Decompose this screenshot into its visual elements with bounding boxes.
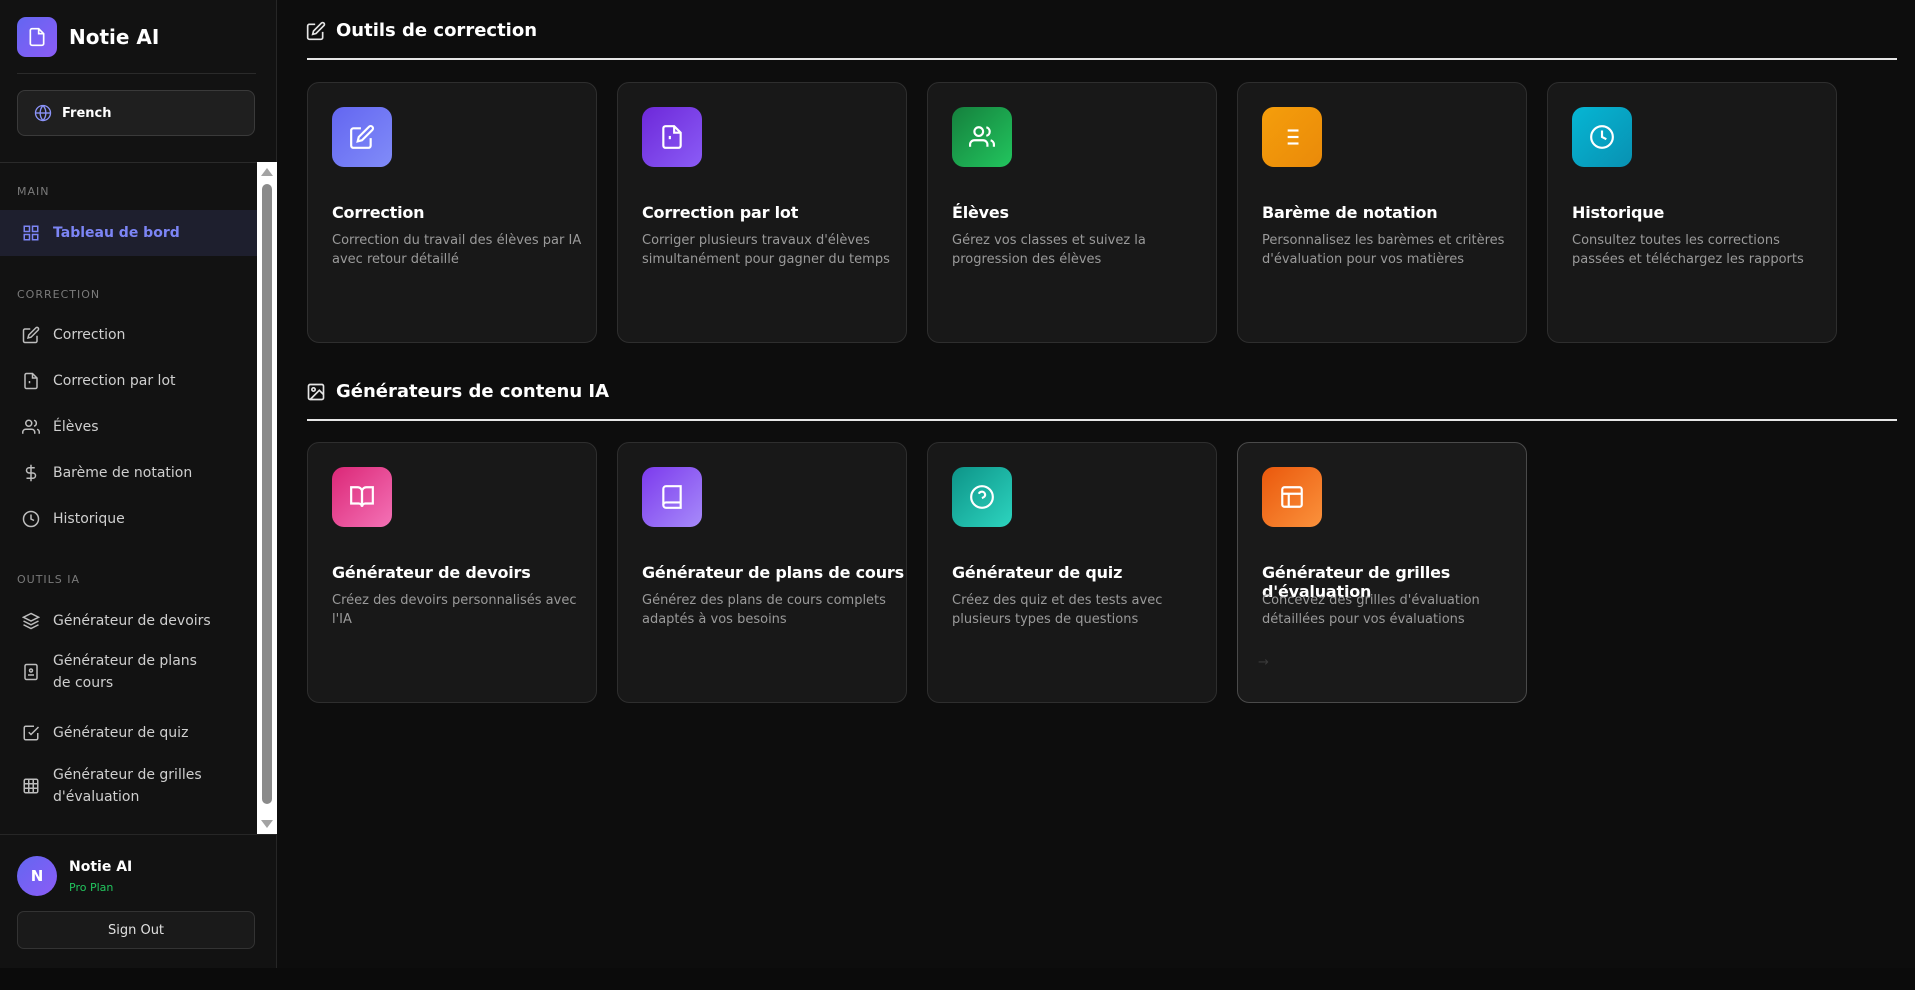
edit-icon <box>306 21 326 40</box>
card-description: Personnalisez les barèmes et critères d'… <box>1262 233 1505 267</box>
document-icon <box>17 17 57 57</box>
clock-icon <box>1572 107 1632 167</box>
user-panel: N Notie AI Pro Plan Sign Out <box>0 834 277 968</box>
book-icon <box>642 467 702 527</box>
card-description: Créez des devoirs personnalisés avec l'I… <box>332 593 577 627</box>
card-title: Générateur de quiz <box>952 563 1123 582</box>
avatar[interactable]: N <box>17 856 57 896</box>
sidebar-item-label: Historique <box>53 511 125 527</box>
sidebar: Notie AI French MAIN Tableau de bord COR… <box>0 0 277 968</box>
card-rubric-generator[interactable]: Générateur de grilles d'évaluation Conce… <box>1237 442 1527 703</box>
check-square-icon <box>20 722 42 744</box>
divider <box>17 73 256 74</box>
clock-icon <box>20 508 42 530</box>
help-circle-icon <box>952 467 1012 527</box>
card-title: Générateur de devoirs <box>332 563 531 582</box>
card-title: Correction par lot <box>642 203 799 222</box>
sidebar-item-label: Générateur de quiz <box>53 725 189 741</box>
brand[interactable]: Notie AI <box>17 17 159 57</box>
card-description: Concevez des grilles d'évaluation détail… <box>1262 593 1480 627</box>
section-title: Générateurs de contenu IA <box>336 381 610 402</box>
card-description: Créez des quiz et des tests avec plusieu… <box>952 593 1163 627</box>
layers-icon <box>20 610 42 632</box>
book-open-icon <box>332 467 392 527</box>
file-icon <box>20 370 42 392</box>
card-grading[interactable]: Barème de notation Personnalisez les bar… <box>1237 82 1527 343</box>
section-header-tools: Outils de correction <box>306 20 537 41</box>
nav-section-main: MAIN <box>17 185 50 198</box>
table-icon <box>20 775 42 797</box>
section-divider <box>307 58 1897 60</box>
card-description: Gérez vos classes et suivez la progressi… <box>952 233 1146 267</box>
scrollbar-thumb[interactable] <box>262 184 272 804</box>
brand-name: Notie AI <box>69 25 160 49</box>
sidebar-scrollbar[interactable] <box>257 162 277 834</box>
list-icon <box>1262 107 1322 167</box>
sidebar-item-label: Générateur de plans de cours <box>53 653 197 691</box>
sidebar-item-history[interactable]: Historique <box>0 496 257 542</box>
sidebar-item-label: Correction <box>53 327 126 343</box>
card-description: Générez des plans de cours complets adap… <box>642 593 886 627</box>
main-content: Outils de correction Correction Correcti… <box>278 0 1915 968</box>
sidebar-item-label: Correction par lot <box>53 373 176 389</box>
file-alert-icon <box>642 107 702 167</box>
scroll-up-arrow-icon[interactable] <box>261 168 273 176</box>
card-description: Consultez toutes les corrections passées… <box>1572 233 1804 267</box>
nav-section-tools: OUTILS IA <box>17 573 81 586</box>
dollar-icon <box>20 462 42 484</box>
sidebar-item-quiz[interactable]: Générateur de quiz <box>0 710 257 756</box>
card-correction[interactable]: Correction Correction du travail des élè… <box>307 82 597 343</box>
sidebar-item-correction[interactable]: Correction <box>0 312 257 358</box>
grid-icon <box>20 222 42 244</box>
globe-icon <box>34 104 52 122</box>
section-header-generators: Générateurs de contenu IA <box>306 381 609 402</box>
card-lesson-generator[interactable]: Générateur de plans de cours Générez des… <box>617 442 907 703</box>
edit-icon <box>332 107 392 167</box>
sidebar-item-label: Générateur de devoirs <box>53 613 211 629</box>
arrow-right-icon: → <box>1258 655 1269 670</box>
card-title: Historique <box>1572 203 1665 222</box>
scroll-down-arrow-icon[interactable] <box>261 820 273 828</box>
sidebar-item-rubrics[interactable]: Générateur de grilles d'évaluation <box>0 758 257 814</box>
section-divider <box>307 419 1897 421</box>
nav-section-correction: CORRECTION <box>17 288 101 301</box>
section-title: Outils de correction <box>336 20 538 41</box>
sidebar-item-label: Générateur de grilles d'évaluation <box>53 767 202 805</box>
sidebar-item-grading[interactable]: Barème de notation <box>0 450 257 496</box>
image-icon <box>307 383 325 400</box>
sidebar-item-label: Barème de notation <box>53 465 193 481</box>
card-title: Élèves <box>952 203 1009 222</box>
layout-icon <box>1262 467 1322 527</box>
edit-icon <box>20 324 42 346</box>
card-batch-correction[interactable]: Correction par lot Corriger plusieurs tr… <box>617 82 907 343</box>
users-icon <box>20 416 42 438</box>
users-icon <box>952 107 1012 167</box>
sidebar-item-lessons[interactable]: Générateur de plans de cours <box>0 644 257 700</box>
bottom-bar <box>0 968 1915 990</box>
user-plan-badge: Pro Plan <box>69 881 114 894</box>
sidebar-item-homework[interactable]: Générateur de devoirs <box>0 598 257 644</box>
card-homework-generator[interactable]: Générateur de devoirs Créez des devoirs … <box>307 442 597 703</box>
sidebar-item-label: Élèves <box>53 419 99 435</box>
card-students[interactable]: Élèves Gérez vos classes et suivez la pr… <box>927 82 1217 343</box>
sidebar-item-label: Tableau de bord <box>53 225 180 241</box>
card-description: Corriger plusieurs travaux d'élèves simu… <box>642 233 890 267</box>
sidebar-item-students[interactable]: Élèves <box>0 404 257 450</box>
card-description: Correction du travail des élèves par IA … <box>332 233 582 267</box>
card-title: Correction <box>332 203 425 222</box>
sign-out-button[interactable]: Sign Out <box>17 911 255 949</box>
card-quiz-generator[interactable]: Générateur de quiz Créez des quiz et des… <box>927 442 1217 703</box>
language-selector[interactable]: French <box>17 90 255 136</box>
card-history[interactable]: Historique Consultez toutes les correcti… <box>1547 82 1837 343</box>
language-label: French <box>62 105 112 121</box>
notebook-icon <box>20 661 42 683</box>
sidebar-item-batch[interactable]: Correction par lot <box>0 358 257 404</box>
sidebar-nav: MAIN Tableau de bord CORRECTION Correcti… <box>0 162 257 834</box>
sidebar-item-dashboard[interactable]: Tableau de bord <box>0 210 257 256</box>
user-name: Notie AI <box>69 859 133 875</box>
card-title: Générateur de plans de cours <box>642 563 904 582</box>
card-title: Barème de notation <box>1262 203 1438 222</box>
